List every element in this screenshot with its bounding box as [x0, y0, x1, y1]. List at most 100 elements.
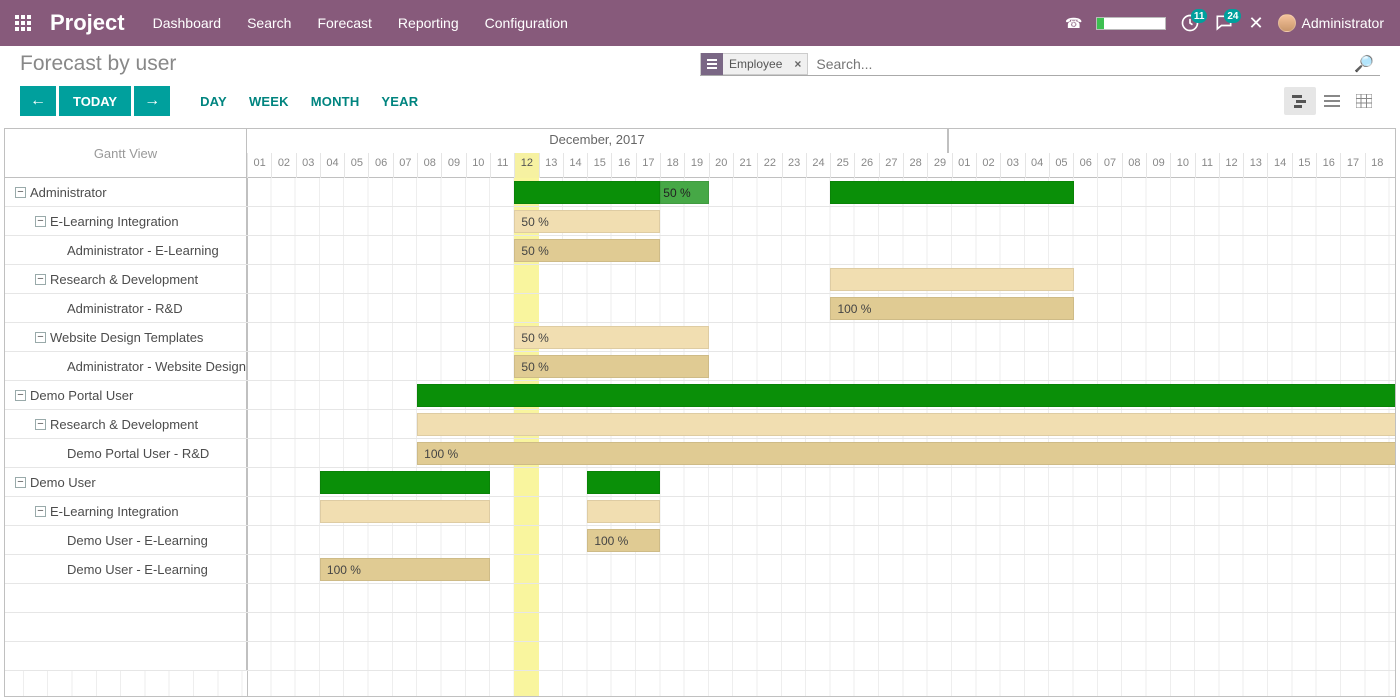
gantt-bar[interactable] [830, 181, 1073, 204]
collapse-icon[interactable]: − [35, 216, 46, 227]
scale-week[interactable]: WEEK [249, 94, 289, 109]
pivot-icon [1356, 94, 1372, 108]
user-menu[interactable]: Administrator [1278, 14, 1384, 32]
gantt-header-left: Gantt View [5, 129, 247, 178]
search-expand-icon[interactable]: 🔎 [1348, 54, 1380, 74]
nav-forecast[interactable]: Forecast [317, 15, 371, 31]
row-label[interactable]: −E-Learning Integration [5, 497, 247, 525]
gantt-row: Administrator - R&D 100 % [5, 294, 1395, 323]
row-label[interactable]: −Research & Development [5, 265, 247, 293]
collapse-icon[interactable]: − [35, 506, 46, 517]
day-header: 28 [903, 153, 927, 178]
row-label[interactable]: −Demo User [5, 468, 247, 496]
apps-menu-button[interactable] [0, 0, 46, 46]
app-brand[interactable]: Project [50, 10, 125, 36]
bar-percent-label: 50 % [515, 211, 548, 232]
day-header: 18 [660, 153, 684, 178]
control-panel: Forecast by user Employee × 🔎 ← TODAY → … [0, 46, 1400, 116]
bar-percent-label: 50 % [515, 327, 548, 348]
scale-year[interactable]: YEAR [381, 94, 418, 109]
gantt-bar[interactable]: 100 % [320, 558, 490, 581]
nav-configuration[interactable]: Configuration [485, 15, 568, 31]
day-header: 23 [782, 153, 806, 178]
day-header: 08 [1122, 153, 1146, 178]
row-label[interactable]: −Administrator [5, 178, 247, 206]
view-pivot-button[interactable] [1348, 87, 1380, 115]
collapse-icon[interactable]: − [35, 419, 46, 430]
row-label-text: Administrator - R&D [67, 301, 183, 316]
bar-percent-label: 100 % [831, 298, 871, 319]
apps-grid-icon [15, 15, 31, 31]
gantt-bar[interactable]: 50 % [514, 210, 660, 233]
gantt-bar[interactable]: 50 % [514, 239, 660, 262]
prev-period-button[interactable]: ← [20, 86, 56, 116]
facet-remove-icon[interactable]: × [788, 57, 807, 71]
day-header: 18 [1365, 153, 1389, 178]
scale-day[interactable]: DAY [200, 94, 227, 109]
gantt-bar[interactable] [320, 500, 490, 523]
row-label[interactable] [5, 613, 247, 641]
collapse-icon[interactable]: − [15, 390, 26, 401]
scale-month[interactable]: MONTH [311, 94, 360, 109]
gantt-row: Administrator - E-Learning 50 % [5, 236, 1395, 265]
nav-search[interactable]: Search [247, 15, 291, 31]
day-header: 01 [952, 153, 976, 178]
day-header: 17 [636, 153, 660, 178]
day-header: 13 [539, 153, 563, 178]
row-label[interactable]: Administrator - R&D [5, 294, 247, 322]
view-list-button[interactable] [1316, 87, 1348, 115]
row-label[interactable] [5, 642, 247, 670]
bar-percent-label: 50 % [515, 356, 548, 377]
day-header: 09 [1146, 153, 1170, 178]
search-bar[interactable]: Employee × 🔎 [700, 53, 1380, 76]
gantt-bar[interactable]: 50 % [660, 181, 709, 204]
activities-button[interactable]: 11 [1180, 13, 1200, 33]
row-label[interactable]: −Website Design Templates [5, 323, 247, 351]
gantt-row: Demo User - E-Learning 100 % [5, 526, 1395, 555]
gantt-bar[interactable] [587, 500, 660, 523]
gantt-row: −E-Learning Integration 50 % [5, 207, 1395, 236]
user-name: Administrator [1302, 15, 1384, 31]
row-label[interactable]: Demo User - E-Learning [5, 526, 247, 554]
collapse-icon[interactable]: − [15, 477, 26, 488]
row-label[interactable]: Demo Portal User - R&D [5, 439, 247, 467]
row-label[interactable] [5, 584, 247, 612]
row-label[interactable]: −Research & Development [5, 410, 247, 438]
gantt-bar[interactable]: 100 % [830, 297, 1073, 320]
empty-row [5, 613, 1395, 642]
row-label[interactable]: Administrator - E-Learning [5, 236, 247, 264]
day-header: 08 [417, 153, 441, 178]
collapse-icon[interactable]: − [35, 332, 46, 343]
nav-reporting[interactable]: Reporting [398, 15, 459, 31]
day-header: 16 [611, 153, 635, 178]
phone-icon[interactable]: ☎ [1065, 15, 1082, 32]
gantt-bar[interactable] [587, 471, 660, 494]
search-input[interactable] [808, 53, 1348, 75]
collapse-icon[interactable]: − [35, 274, 46, 285]
gantt-bar[interactable]: 50 % [514, 326, 708, 349]
gantt-bar[interactable]: 100 % [587, 529, 660, 552]
gantt-bar[interactable] [514, 181, 660, 204]
gantt-bar[interactable] [417, 384, 1396, 407]
gantt-icon [1292, 94, 1308, 108]
gantt-bar[interactable] [417, 413, 1396, 436]
view-gantt-button[interactable] [1284, 87, 1316, 115]
gantt-bar[interactable]: 100 % [417, 442, 1396, 465]
debug-close-icon[interactable]: ✕ [1248, 13, 1263, 34]
row-label[interactable]: Administrator - Website Design [5, 352, 247, 380]
collapse-icon[interactable]: − [15, 187, 26, 198]
today-button[interactable]: TODAY [59, 86, 131, 116]
groupby-icon [701, 53, 723, 75]
gantt-bar[interactable]: 50 % [514, 355, 708, 378]
row-label[interactable]: Demo User - E-Learning [5, 555, 247, 583]
gantt-bar[interactable] [320, 471, 490, 494]
gantt-header: Gantt View December, 2017 01020304050607… [5, 129, 1395, 178]
next-period-button[interactable]: → [134, 86, 170, 116]
row-label[interactable]: −Demo Portal User [5, 381, 247, 409]
nav-dashboard[interactable]: Dashboard [153, 15, 222, 31]
day-header: 11 [1195, 153, 1219, 178]
day-header: 03 [1000, 153, 1024, 178]
messages-button[interactable]: 24 [1214, 13, 1234, 33]
row-label[interactable]: −E-Learning Integration [5, 207, 247, 235]
gantt-bar[interactable] [830, 268, 1073, 291]
